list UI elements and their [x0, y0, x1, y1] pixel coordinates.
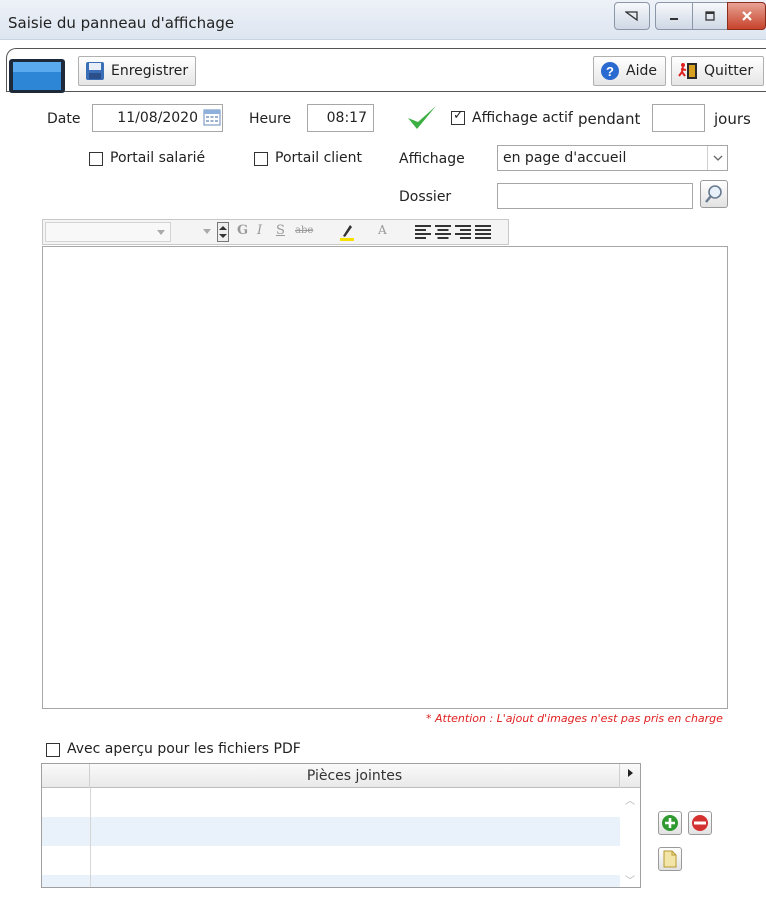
dossier-field[interactable]	[497, 183, 693, 209]
spinner-arrows-icon	[219, 226, 227, 238]
editor-toolbar: G I S abe A	[42, 219, 509, 245]
save-button[interactable]: Enregistrer	[78, 56, 196, 86]
text-color-button[interactable]: A	[378, 223, 387, 237]
calendar-icon[interactable]	[203, 108, 221, 126]
active-label: Affichage actif	[472, 110, 573, 126]
highlighter-icon[interactable]	[339, 222, 355, 242]
italic-button[interactable]: I	[257, 223, 262, 238]
align-center-icon[interactable]	[435, 225, 451, 239]
days-field[interactable]	[652, 104, 705, 132]
window: Saisie du panneau d'affichage Enregistre…	[0, 0, 766, 906]
portail-salarie-label: Portail salarié	[110, 150, 206, 166]
file-icon	[663, 850, 677, 868]
pdf-preview-label: Avec aperçu pour les fichiers PDF	[67, 741, 301, 757]
chevron-down-icon	[713, 155, 722, 161]
title-bar: Saisie du panneau d'affichage	[0, 0, 766, 40]
save-button-label: Enregistrer	[111, 63, 189, 79]
chevron-right-icon	[627, 769, 633, 777]
tablet-icon	[9, 59, 65, 93]
window-title: Saisie du panneau d'affichage	[8, 14, 235, 32]
time-value: 08:17	[326, 110, 367, 126]
chevron-down-icon	[157, 230, 165, 235]
active-checkbox[interactable]	[451, 108, 465, 125]
affichage-label: Affichage	[399, 151, 465, 167]
portail-client-checkbox[interactable]	[254, 152, 268, 166]
font-family-select[interactable]	[45, 222, 171, 242]
minus-icon	[692, 815, 708, 831]
table-row[interactable]	[42, 875, 620, 887]
add-attachment-button[interactable]	[658, 811, 682, 835]
align-left-icon[interactable]	[415, 225, 431, 239]
column-divider	[90, 788, 91, 887]
help-button-label: Aide	[626, 63, 657, 79]
dossier-search-button[interactable]	[700, 180, 728, 208]
row-selector-header	[42, 764, 90, 788]
affichage-value: en page d'accueil	[503, 150, 627, 166]
align-right-icon[interactable]	[455, 225, 471, 239]
help-button[interactable]: ? Aide	[593, 56, 666, 86]
scroll-up-icon[interactable]: ︿	[625, 792, 635, 807]
minimize-icon	[670, 18, 678, 20]
maximize-button[interactable]	[692, 2, 728, 30]
svg-text:?: ?	[606, 64, 614, 79]
minimize-button[interactable]	[655, 2, 693, 30]
portail-client-label: Portail client	[275, 150, 363, 166]
attachments-column-header[interactable]: Pièces jointes	[90, 764, 620, 788]
underline-button[interactable]: S	[276, 223, 285, 238]
attachments-table[interactable]: Pièces jointes ︿ ﹀	[41, 763, 641, 888]
magnifier-icon	[705, 185, 722, 203]
green-check-icon	[408, 106, 436, 129]
corner-icon	[625, 11, 638, 22]
dossier-label: Dossier	[399, 189, 452, 205]
exit-door-icon	[678, 63, 697, 79]
portail-salarie-checkbox[interactable]	[89, 152, 103, 166]
plus-icon	[662, 815, 678, 831]
window-menu-button[interactable]	[614, 2, 650, 30]
pdf-preview-checkbox[interactable]	[46, 743, 60, 757]
scroll-down-icon[interactable]: ﹀	[625, 872, 635, 887]
floppy-disk-icon	[86, 62, 104, 80]
align-justify-icon[interactable]	[475, 225, 491, 239]
text-editor[interactable]	[42, 246, 728, 709]
help-icon: ?	[601, 62, 619, 80]
attachments-table-header: Pièces jointes	[42, 764, 640, 788]
bold-button[interactable]: G	[237, 223, 248, 238]
date-label: Date	[47, 111, 81, 127]
quit-button[interactable]: Quitter	[671, 56, 764, 86]
font-size-spinner[interactable]	[217, 222, 229, 242]
strikethrough-button[interactable]: abe	[295, 225, 313, 236]
close-icon	[741, 11, 752, 21]
time-field[interactable]: 08:17	[307, 104, 374, 132]
remove-attachment-button[interactable]	[688, 811, 712, 835]
vertical-scrollbar[interactable]: ︿ ﹀	[620, 788, 640, 887]
quit-button-label: Quitter	[704, 63, 754, 79]
close-button[interactable]	[727, 2, 766, 30]
pendant-label: pendant	[578, 110, 641, 128]
maximize-icon	[705, 11, 715, 21]
chevron-down-icon	[203, 229, 211, 234]
affichage-select[interactable]: en page d'accueil	[497, 145, 728, 171]
table-row[interactable]	[42, 817, 620, 846]
date-value: 11/08/2020	[117, 110, 198, 126]
days-label: jours	[714, 110, 751, 128]
table-row[interactable]	[42, 846, 620, 875]
open-attachment-button[interactable]	[658, 847, 682, 871]
column-menu-button[interactable]	[620, 764, 640, 788]
font-size-select[interactable]	[175, 222, 215, 242]
affichage-dropdown-arrow[interactable]	[707, 146, 727, 170]
table-row[interactable]	[42, 788, 620, 817]
image-warning-text: * Attention : L'ajout d'images n'est pas…	[426, 712, 723, 725]
time-label: Heure	[249, 111, 292, 127]
